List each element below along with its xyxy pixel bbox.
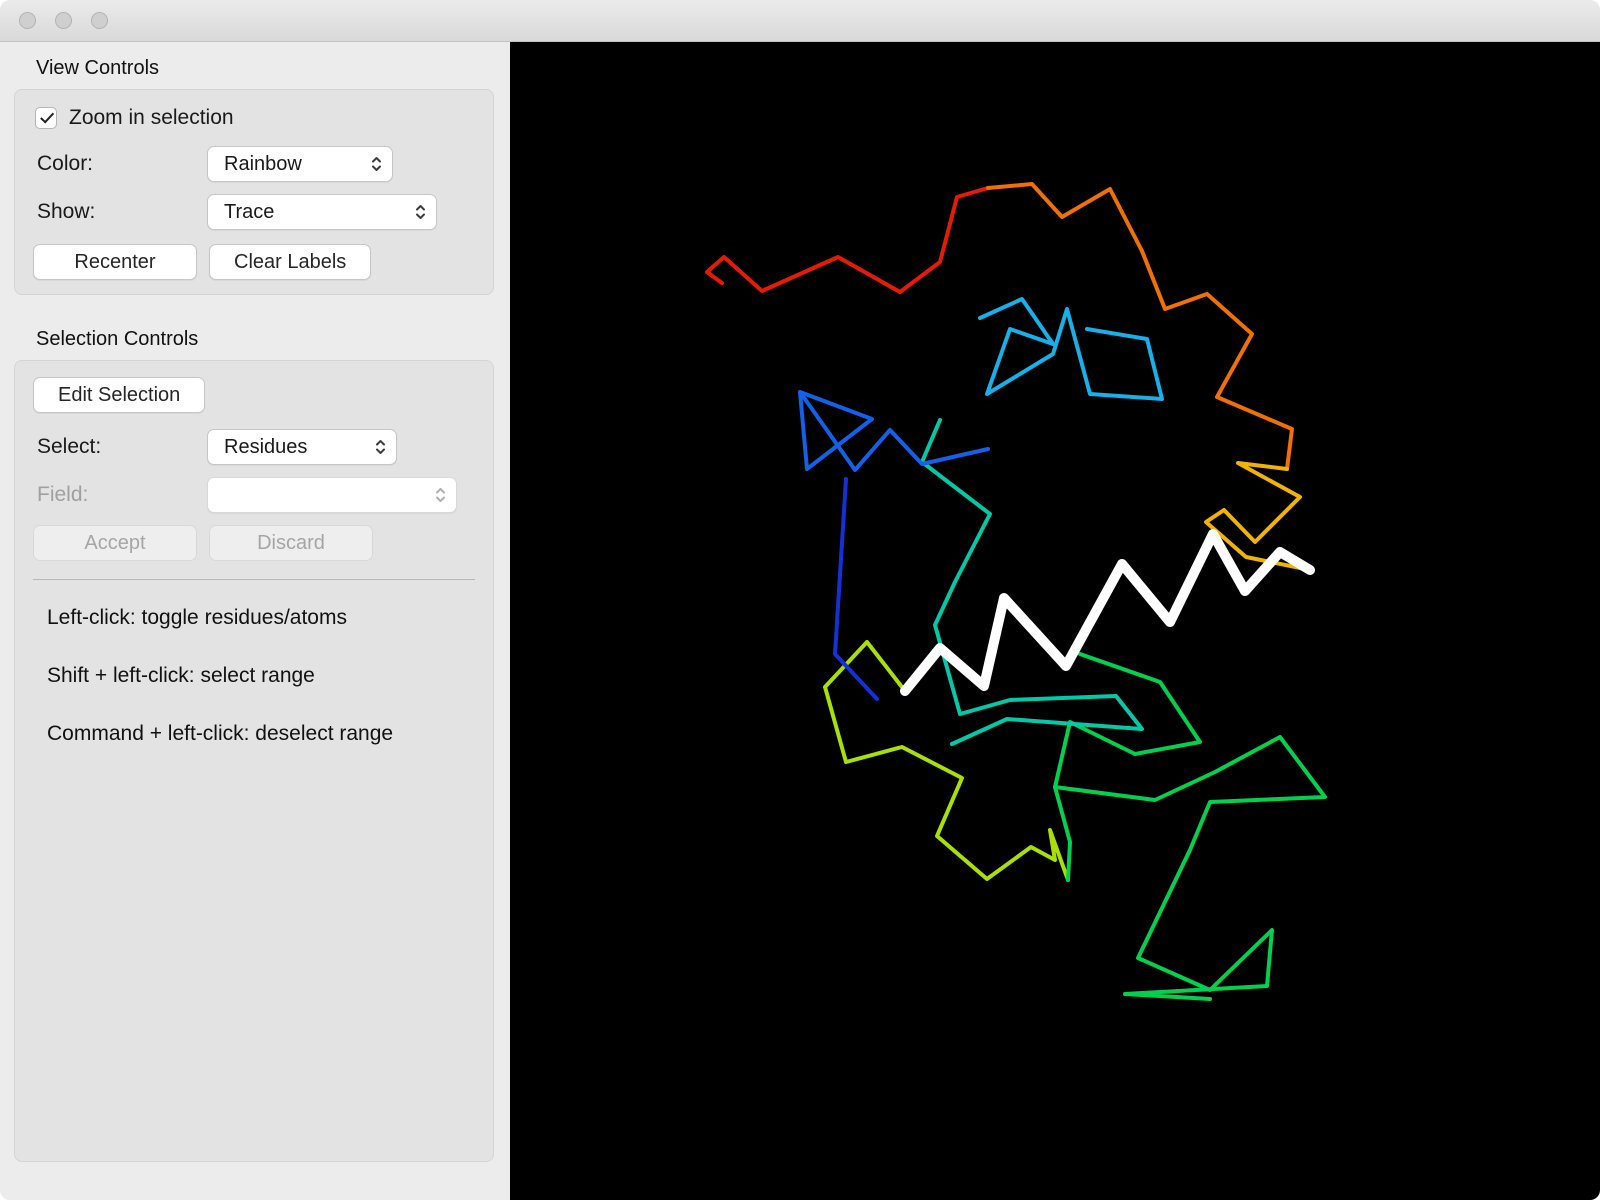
view-controls-title: View Controls bbox=[36, 57, 160, 79]
view-controls-group: Zoom in selection Color: Rainbow Show: T… bbox=[14, 89, 494, 295]
selection-controls-title: Selection Controls bbox=[36, 328, 199, 350]
molecule-canvas[interactable] bbox=[510, 42, 1600, 1200]
checkmark-icon bbox=[39, 108, 54, 123]
color-dropdown[interactable]: Rainbow bbox=[207, 146, 393, 182]
select-value: Residues bbox=[224, 435, 308, 458]
chevron-up-down-icon bbox=[374, 436, 387, 458]
close-button[interactable] bbox=[19, 12, 36, 29]
titlebar bbox=[0, 0, 1600, 42]
chevron-up-down-icon bbox=[414, 201, 427, 223]
zoom-in-selection-checkbox[interactable] bbox=[35, 107, 57, 129]
chevron-up-down-icon bbox=[370, 153, 383, 175]
help-line-left-click: Left-click: toggle residues/atoms bbox=[47, 606, 347, 629]
show-label: Show: bbox=[37, 200, 96, 223]
select-row: Select: Residues bbox=[31, 429, 477, 465]
color-row: Color: Rainbow bbox=[31, 146, 477, 182]
zoom-button[interactable] bbox=[91, 12, 108, 29]
recenter-button[interactable]: Recenter bbox=[33, 244, 197, 280]
app-window: View Controls Zoom in selection Color: R… bbox=[0, 0, 1600, 1200]
chevron-up-down-icon bbox=[434, 484, 447, 506]
view-buttons-row: Recenter Clear Labels bbox=[33, 244, 477, 280]
selection-buttons-row: Accept Discard bbox=[33, 525, 477, 561]
molecule-viewport[interactable] bbox=[510, 42, 1600, 1200]
select-label: Select: bbox=[37, 435, 102, 458]
minimize-button[interactable] bbox=[55, 12, 72, 29]
show-dropdown[interactable]: Trace bbox=[207, 194, 437, 230]
clear-labels-button[interactable]: Clear Labels bbox=[209, 244, 372, 280]
color-label: Color: bbox=[37, 152, 94, 175]
zoom-in-selection-checkbox-row[interactable]: Zoom in selection bbox=[35, 106, 477, 130]
zoom-in-selection-label: Zoom in selection bbox=[69, 106, 234, 129]
show-row: Show: Trace bbox=[31, 194, 477, 230]
field-row: Field: bbox=[31, 477, 477, 513]
edit-selection-button[interactable]: Edit Selection bbox=[33, 377, 206, 413]
accept-button[interactable]: Accept bbox=[33, 525, 197, 561]
select-dropdown[interactable]: Residues bbox=[207, 429, 397, 465]
selection-controls-group: Edit Selection Select: Residues Field: A… bbox=[14, 360, 494, 1162]
window-content: View Controls Zoom in selection Color: R… bbox=[0, 42, 1600, 1200]
discard-button[interactable]: Discard bbox=[209, 525, 373, 561]
help-line-shift-click: Shift + left-click: select range bbox=[47, 664, 315, 687]
divider bbox=[33, 579, 475, 580]
field-label: Field: bbox=[37, 483, 89, 506]
color-value: Rainbow bbox=[224, 152, 302, 175]
help-line-command-click: Command + left-click: deselect range bbox=[47, 722, 394, 745]
window-controls bbox=[19, 12, 108, 29]
show-value: Trace bbox=[224, 200, 275, 223]
field-dropdown[interactable] bbox=[207, 477, 457, 513]
sidebar: View Controls Zoom in selection Color: R… bbox=[0, 42, 510, 1200]
